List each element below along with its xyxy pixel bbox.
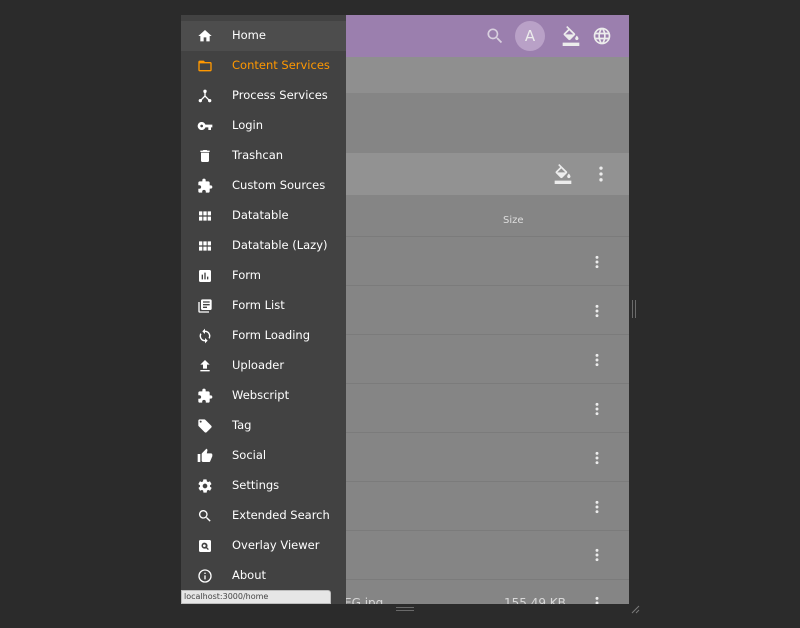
sidebar-item-home[interactable]: Home xyxy=(181,21,346,51)
sidebar-item-label: Form Loading xyxy=(232,328,310,342)
search-icon xyxy=(198,510,211,522)
sidebar-item-trashcan[interactable]: Trashcan xyxy=(181,141,346,171)
grid-icon xyxy=(199,211,211,221)
info-icon xyxy=(198,569,212,583)
sidebar-item-form[interactable]: Form xyxy=(181,261,346,291)
sidebar-item-tag[interactable]: Tag xyxy=(181,411,346,441)
sidebar-item-label: About xyxy=(232,568,267,582)
sidebar-item-uploader[interactable]: Uploader xyxy=(181,351,346,381)
library-books-icon xyxy=(198,299,212,313)
grid-icon xyxy=(199,241,211,251)
sidebar-item-form-list[interactable]: Form List xyxy=(181,291,346,321)
sidebar-item-form-loading[interactable]: Form Loading xyxy=(181,321,346,351)
sidebar-item-label: Uploader xyxy=(232,358,285,372)
sidebar-item-label: Content Services xyxy=(232,58,330,72)
sidebar-item-login[interactable]: Login xyxy=(181,111,346,141)
image-search-icon xyxy=(199,540,211,552)
sidebar-item-label: Settings xyxy=(232,478,280,492)
puzzle-icon xyxy=(198,388,213,403)
thumb-up-icon xyxy=(197,448,213,462)
sidebar-item-datatable-lazy[interactable]: Datatable (Lazy) xyxy=(181,231,346,261)
sidebar-item-label: Process Services xyxy=(232,88,328,102)
sidebar-item-label: Datatable xyxy=(232,208,289,222)
sidebar-item-label: Form List xyxy=(232,298,285,312)
home-icon xyxy=(198,30,212,42)
sidebar-item-label: Datatable (Lazy) xyxy=(232,238,328,252)
bar-chart-icon xyxy=(199,270,211,282)
resize-handle-vertical[interactable] xyxy=(632,300,636,318)
sidebar-item-webscript[interactable]: Webscript xyxy=(181,381,346,411)
sidebar-item-datatable[interactable]: Datatable xyxy=(181,201,346,231)
sidebar-item-label: Extended Search xyxy=(232,508,330,522)
sidebar-item-label: Home xyxy=(232,28,266,42)
sync-icon xyxy=(199,328,211,344)
upload-icon xyxy=(200,360,210,372)
sidebar-item-label: Tag xyxy=(232,418,252,432)
sidebar-item-label: Login xyxy=(232,118,264,132)
tag-icon xyxy=(198,419,212,433)
sidebar-item-content-services[interactable]: Content Services xyxy=(181,51,346,81)
sidebar-item-overlay-viewer[interactable]: Overlay Viewer xyxy=(181,531,346,561)
sidebar-item-about[interactable]: About xyxy=(181,561,346,591)
process-icon xyxy=(198,89,212,103)
sidebar-item-label: Custom Sources xyxy=(232,178,326,192)
key-icon xyxy=(197,122,213,130)
resize-handle-horizontal[interactable] xyxy=(396,607,414,611)
sidebar-item-process-services[interactable]: Process Services xyxy=(181,81,346,111)
trash-icon xyxy=(200,150,210,162)
sidebar-nav: Home Content Services Process Services L… xyxy=(181,21,346,591)
sidebar-item-extended-search[interactable]: Extended Search xyxy=(181,501,346,531)
sidebar-item-label: Overlay Viewer xyxy=(232,538,320,552)
sidebar-item-label: Form xyxy=(232,268,261,282)
sidebar-item-label: Webscript xyxy=(232,388,290,402)
sidebar-item-label: Trashcan xyxy=(232,148,284,162)
gear-icon xyxy=(198,479,212,493)
sidebar-item-label: Social xyxy=(232,448,267,462)
folder-icon xyxy=(198,60,212,72)
sidebar-item-custom-sources[interactable]: Custom Sources xyxy=(181,171,346,201)
sidebar-drawer: Home Content Services Process Services L… xyxy=(181,15,346,604)
sidebar-item-social[interactable]: Social xyxy=(181,441,346,471)
puzzle-icon xyxy=(198,178,213,193)
status-bar-url: localhost:3000/home xyxy=(181,590,331,604)
sidebar-item-settings[interactable]: Settings xyxy=(181,471,346,501)
resize-corner-icon[interactable] xyxy=(630,604,640,614)
